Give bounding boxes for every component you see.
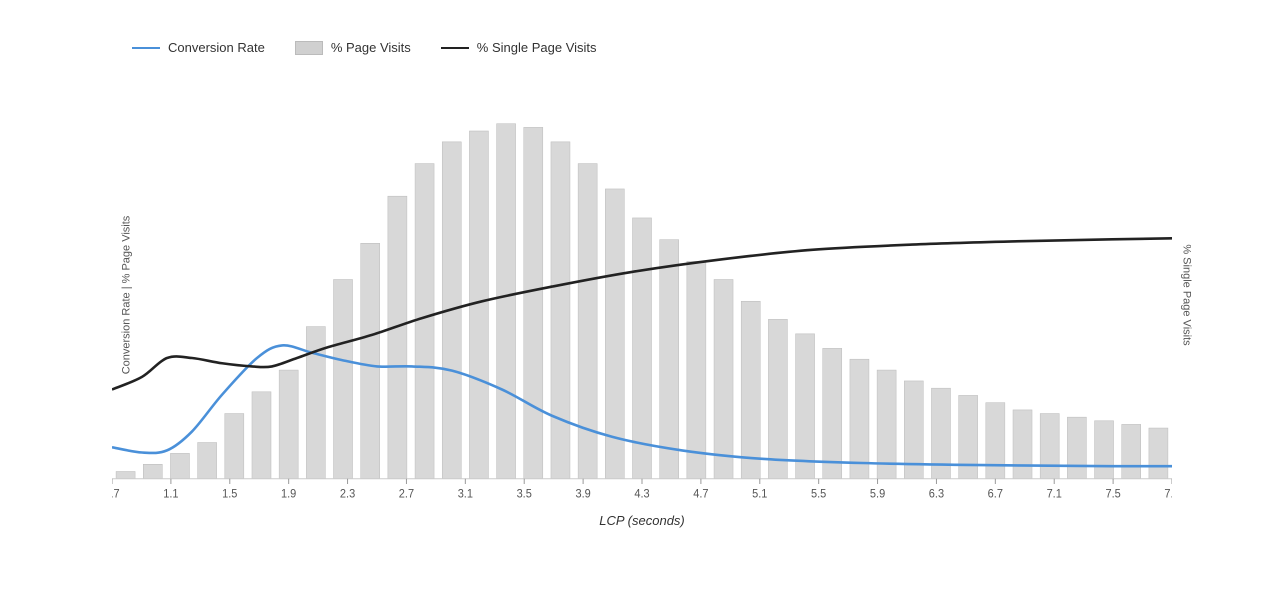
legend-label-single-page-visits: % Single Page Visits [477,40,597,55]
svg-text:3.1: 3.1 [458,488,473,500]
svg-text:7.1: 7.1 [1047,488,1062,500]
svg-text:4.7: 4.7 [693,488,708,500]
x-axis-label: LCP (seconds) [112,513,1172,528]
bars-group [116,124,1168,479]
svg-text:0.7: 0.7 [112,488,120,500]
svg-text:2.3: 2.3 [340,488,355,500]
svg-text:1.9: 1.9 [281,488,296,500]
chart-container: Conversion Rate % Page Visits % Single P… [32,20,1232,590]
svg-text:4.3: 4.3 [634,488,649,500]
svg-text:1.1: 1.1 [163,488,178,500]
legend-conversion-rate: Conversion Rate [132,40,265,55]
svg-text:2.7: 2.7 [399,488,414,500]
legend-page-visits: % Page Visits [295,40,411,55]
legend-label-page-visits: % Page Visits [331,40,411,55]
legend-label-conversion-rate: Conversion Rate [168,40,265,55]
svg-text:5.1: 5.1 [752,488,767,500]
x-ticks-group: 0.7 1.1 1.5 1.9 2.3 2.7 3.1 3.5 3.9 4.3 4.7 5.1 5.5 5… [112,479,1172,501]
svg-text:6.3: 6.3 [929,488,944,500]
legend-line-blue [132,47,160,49]
legend-single-page-visits: % Single Page Visits [441,40,597,55]
svg-text:1.5: 1.5 [222,488,237,500]
svg-text:3.9: 3.9 [575,488,590,500]
svg-text:5.5: 5.5 [811,488,826,500]
y-axis-right-label: % Single Page Visits [1180,244,1192,345]
svg-text:3.5: 3.5 [517,488,532,500]
y-axis-left-label: Conversion Rate | % Page Visits [120,216,132,375]
svg-text:7.5: 7.5 [1105,488,1120,500]
svg-text:5.9: 5.9 [870,488,885,500]
svg-text:6.7: 6.7 [988,488,1003,500]
chart-svg: 0.7 1.1 1.5 1.9 2.3 2.7 3.1 3.5 3.9 4.3 4.7 5.1 5.5 5… [112,85,1172,505]
chart-area: Conversion Rate | % Page Visits % Single… [112,85,1172,505]
chart-legend: Conversion Rate % Page Visits % Single P… [112,40,1172,55]
legend-bar-gray [295,41,323,55]
svg-text:7.9: 7.9 [1164,488,1172,500]
legend-line-black [441,47,469,49]
